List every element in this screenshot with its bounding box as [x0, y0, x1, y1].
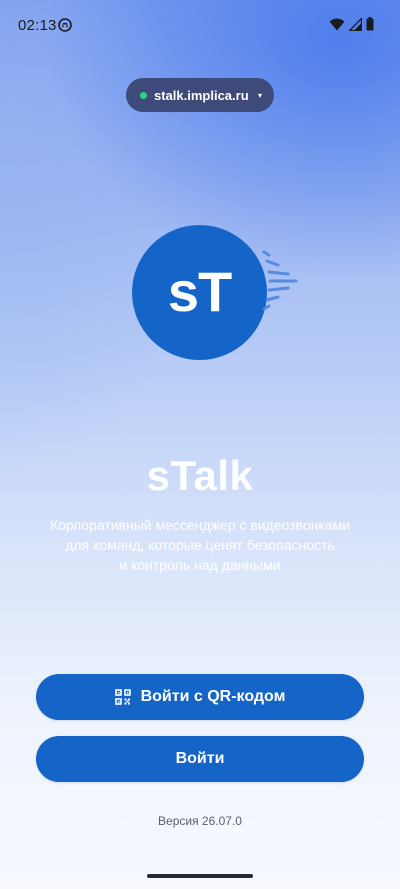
logo-circle: sT [132, 225, 267, 360]
login-label: Войти [175, 750, 225, 767]
logo-mark: sT [167, 260, 232, 323]
status-bar: 02:13 [0, 0, 400, 52]
app-title: sTalk [146, 452, 254, 499]
status-icons [329, 17, 374, 31]
subtitle-line: Корпоративный мессенджер с видеозвонками [49, 517, 351, 533]
app-version: Версия 26.07.0 [158, 814, 242, 828]
qr-login-label: Войти с QR-кодом [140, 688, 286, 705]
server-address: stalk.implica.ru [154, 87, 249, 103]
server-selector[interactable]: stalk.implica.ru ▾ [126, 78, 274, 112]
qr-login-button[interactable]: Войти с QR-кодом [36, 674, 364, 720]
login-button[interactable]: Войти [36, 736, 364, 782]
sound-waves-icon [262, 250, 298, 311]
home-indicator[interactable] [147, 874, 253, 878]
server-status-dot [140, 91, 147, 99]
qr-code-icon [114, 689, 131, 705]
app-subtitle: Корпоративный мессенджер с видеозвонками… [20, 515, 380, 575]
cell-signal-icon [349, 17, 362, 31]
status-time: 02:13 [18, 17, 57, 34]
app-notification-icon [58, 18, 72, 32]
wifi-icon [329, 18, 345, 30]
subtitle-line: для команд, которые ценят безопасность [65, 537, 335, 553]
subtitle-line: и контроль над данными [119, 557, 281, 573]
battery-icon [366, 17, 374, 31]
chevron-down-icon: ▾ [257, 90, 262, 100]
app-logo: sT [132, 225, 302, 361]
